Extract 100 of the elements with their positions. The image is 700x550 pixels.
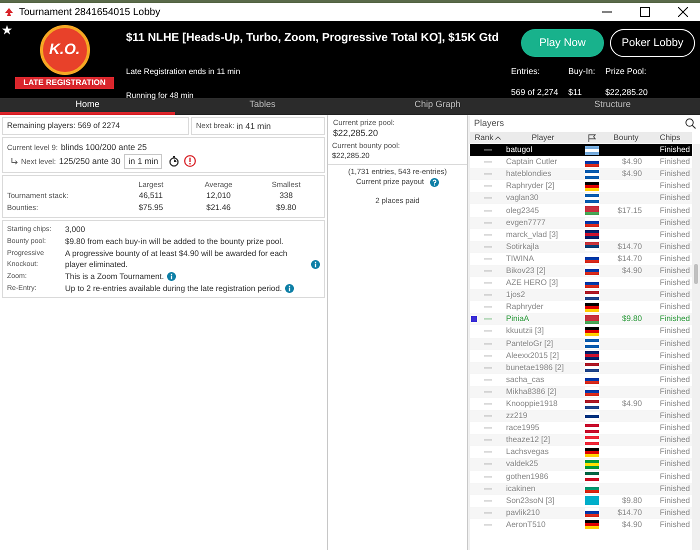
poker-lobby-button[interactable]: Poker Lobby	[610, 29, 695, 57]
play-now-button[interactable]: Play Now	[521, 29, 604, 57]
rank-cell: —	[484, 350, 492, 362]
player-row[interactable]: — PiniaA $9.80 Finished	[470, 313, 692, 326]
rank-cell: —	[484, 228, 492, 241]
bounty-cell-text: $14.70	[616, 506, 643, 519]
player-name: Aleexx2015 [2]	[506, 350, 560, 362]
rank-cell: —	[484, 144, 492, 156]
player-name: valdek25	[506, 458, 540, 470]
player-row[interactable]: — PanteloGr [2] Finished	[470, 338, 692, 350]
chips-cell-text: Finished	[658, 289, 691, 302]
late-registration-badge: LATE REGISTRATION	[15, 77, 114, 89]
player-name: Bikov23 [2]	[506, 264, 547, 277]
chips-cell-text: Finished	[658, 422, 691, 434]
rank-cell: —	[484, 470, 492, 483]
player-row[interactable]: — hateblondies $4.90 Finished	[470, 168, 692, 180]
player-name: bunetae1986 [2]	[506, 362, 565, 374]
chips-cell-text: Finished	[658, 470, 691, 483]
player-row[interactable]: — marck_vlad [3] Finished	[470, 228, 692, 241]
player-row[interactable]: — Mikha8386 [2] Finished	[470, 386, 692, 398]
chips-cell-text: Finished	[658, 518, 691, 531]
player-name: race1995	[506, 422, 540, 434]
column-header[interactable]: Player	[506, 132, 580, 144]
player-row[interactable]: — Bikov23 [2] $4.90 Finished	[470, 264, 692, 278]
rank-cell: —	[484, 264, 492, 277]
player-row[interactable]: — Aleexx2015 [2] Finished	[470, 350, 692, 362]
ko-logo: K.O.	[40, 25, 90, 75]
stat-cell-text: $75.95	[138, 202, 164, 214]
player-name: Son23soN [3]	[506, 494, 556, 507]
player-row[interactable]: — bunetae1986 [2] Finished	[470, 362, 692, 374]
player-name: pavlik210	[506, 506, 541, 519]
player-name: hateblondies	[506, 168, 552, 180]
info-text: This is a Zoom Tournament.	[65, 270, 164, 282]
player-row[interactable]: — 1jos2 Finished	[470, 289, 692, 302]
player-row[interactable]: — evgen7777 Finished	[470, 216, 692, 229]
chips-cell-text: Finished	[658, 144, 691, 156]
player-row[interactable]: — icakinen Finished	[470, 482, 692, 495]
player-row[interactable]: — vaglan30 Finished	[470, 192, 692, 204]
chips-cell-text: Finished	[658, 313, 691, 326]
chips-cell-text: Finished	[658, 386, 691, 398]
bounty-cell-text: $4.90	[620, 156, 643, 168]
tab[interactable]: Chip Graph	[350, 98, 525, 115]
stat-cell-text: 46,511	[138, 190, 164, 202]
player-row[interactable]: — batugol Finished	[470, 144, 692, 156]
player-row[interactable]: — theaze12 [2] Finished	[470, 434, 692, 446]
rank-cell: —	[484, 216, 492, 229]
player-row[interactable]: — Son23soN [3] $9.80 Finished	[470, 494, 692, 507]
chips-cell-text: Finished	[658, 192, 691, 204]
tournament-title: $11 NLHE [Heads-Up, Turbo, Zoom, Progressive Total KO], $15K Gtd	[126, 31, 499, 46]
chips-cell-text: Finished	[658, 277, 691, 290]
player-name: oleg2345	[506, 204, 540, 217]
rank-cell: —	[484, 362, 492, 374]
prize-pool-value: $22,285.20	[333, 128, 380, 138]
tab[interactable]: Structure	[525, 98, 700, 115]
player-row[interactable]: — race1995 Finished	[470, 422, 692, 434]
next-level-time: in 1 min	[124, 154, 162, 168]
rank-cell: —	[484, 386, 492, 398]
player-row[interactable]: — zz219 Finished	[470, 410, 692, 422]
stat-cell-text: $21.46	[205, 202, 232, 214]
stat-value: $22,285.20	[605, 86, 648, 98]
stat-label: Entries:	[511, 65, 541, 78]
player-row[interactable]: — Raphryder [2] Finished	[470, 180, 692, 192]
next-break-value: in 41 min	[236, 120, 271, 132]
player-name: TIWINA	[506, 252, 535, 265]
player-row[interactable]: — valdek25 Finished	[470, 458, 692, 471]
chips-cell-text: Finished	[658, 216, 691, 229]
bounty-cell-text: $14.70	[616, 240, 643, 253]
column-header[interactable]: Chips	[648, 132, 692, 144]
chips-cell-text: Finished	[658, 264, 691, 277]
stat-cell-text: 338	[278, 190, 294, 202]
chips-cell-text: Finished	[658, 350, 691, 362]
player-name: PiniaA	[506, 313, 530, 326]
player-row[interactable]: — Raphryder Finished	[470, 301, 692, 314]
player-name: AeronT510	[506, 518, 547, 531]
rank-cell: —	[484, 458, 492, 470]
chips-cell-text: Finished	[658, 301, 691, 314]
player-name: zz219	[506, 410, 528, 422]
player-name: marck_vlad [3]	[506, 228, 560, 241]
player-name: evgen7777	[506, 216, 547, 229]
player-row[interactable]: — Sotirkajla $14.70 Finished	[470, 240, 692, 253]
player-name: icakinen	[506, 482, 536, 495]
chips-cell-text: Finished	[658, 506, 691, 519]
rank-cell: —	[484, 156, 492, 168]
player-name: Lachsvegas	[506, 446, 550, 458]
player-name: AZE HERO [3]	[506, 277, 560, 290]
player-row[interactable]: — pavlik210 $14.70 Finished	[470, 506, 692, 519]
remaining-players: Remaining players: 569 of 2274	[2, 117, 189, 135]
player-row[interactable]: — Lachsvegas Finished	[470, 446, 692, 458]
chips-cell-text: Finished	[658, 338, 691, 350]
next-level-value: 125/250 ante 30	[59, 154, 120, 168]
stat-cell-text: 12,010	[205, 190, 232, 202]
column-header[interactable]: Bounty	[604, 132, 648, 144]
column-header[interactable]: Rank	[474, 132, 494, 144]
chips-cell-text: Finished	[658, 240, 691, 253]
bounty-cell-text: $14.70	[616, 252, 643, 265]
bounty-cell-text: $9.80	[620, 494, 643, 507]
player-row[interactable]: — gothen1986 Finished	[470, 470, 692, 483]
rank-cell: —	[484, 410, 492, 422]
rank-cell: —	[484, 518, 492, 531]
bounty-cell-text: $4.90	[620, 398, 643, 410]
